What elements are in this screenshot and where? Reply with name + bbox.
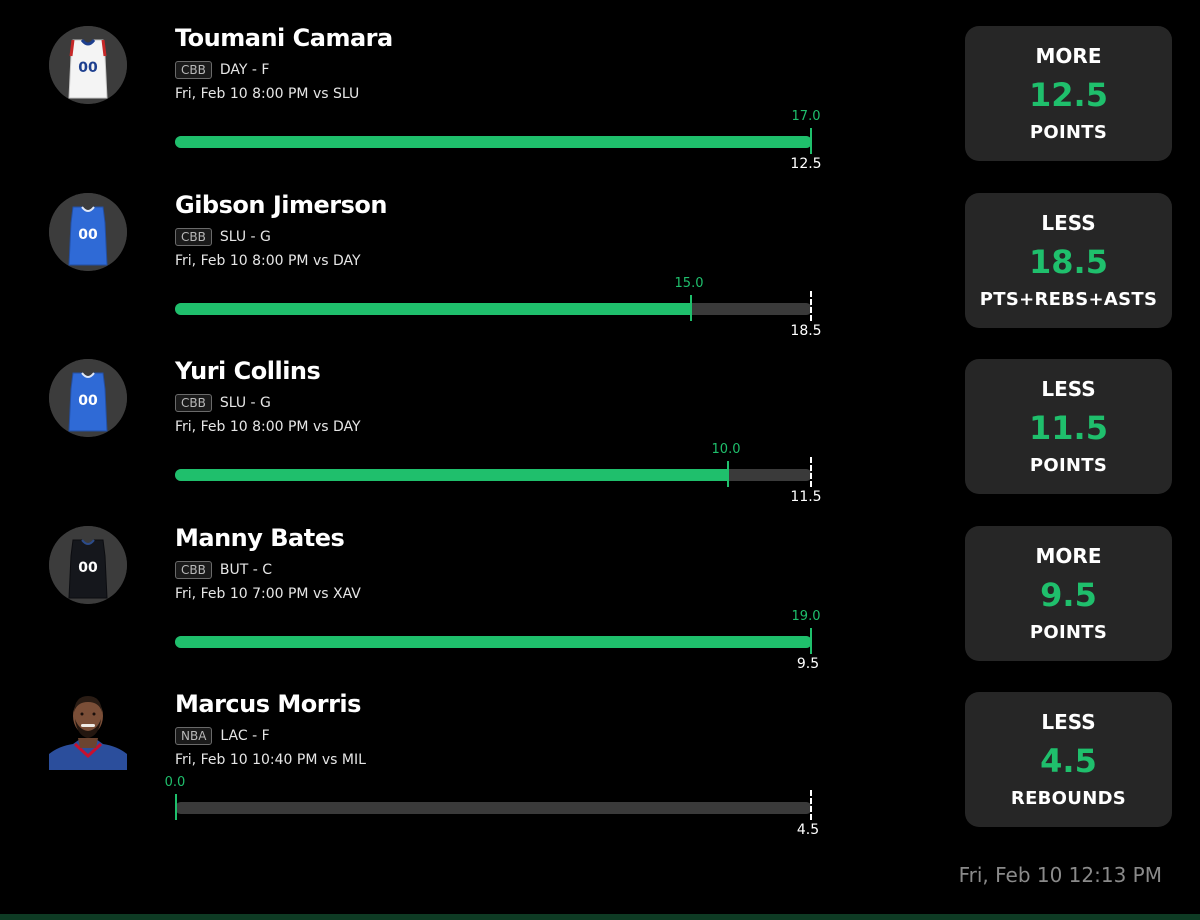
- line-marker: [810, 457, 812, 487]
- team-position: BUT - C: [219, 562, 272, 578]
- pick-row[interactable]: 00 Toumani Camara CBB DAY - F Fri, Feb 1…: [0, 24, 1200, 186]
- player-name: Yuri Collins: [175, 357, 321, 385]
- game-time: Fri, Feb 10 8:00 PM vs SLU: [175, 86, 360, 102]
- league-badge: CBB: [175, 61, 212, 79]
- actual-value: 17.0: [791, 109, 821, 124]
- pick-direction: MORE: [1035, 44, 1102, 68]
- pick-direction: MORE: [1035, 544, 1102, 568]
- jersey-white-icon: 00: [49, 26, 127, 104]
- progress-track: 15.0 18.5: [175, 276, 822, 339]
- game-time: Fri, Feb 10 8:00 PM vs DAY: [175, 419, 361, 435]
- game-time: Fri, Feb 10 10:40 PM vs MIL: [175, 752, 366, 768]
- line-value: 4.5: [796, 822, 820, 838]
- player-meta: CBB SLU - G: [175, 227, 271, 247]
- pick-line-value: 12.5: [1029, 76, 1108, 114]
- actual-value: 10.0: [711, 442, 741, 457]
- pick-direction: LESS: [1041, 377, 1096, 401]
- svg-text:00: 00: [78, 560, 98, 576]
- line-value: 11.5: [790, 489, 822, 505]
- league-badge: CBB: [175, 561, 212, 579]
- pick-stat-type: POINTS: [1029, 622, 1108, 643]
- pick-line-value: 11.5: [1029, 409, 1108, 447]
- player-meta: CBB BUT - C: [175, 560, 272, 580]
- progress-track: 19.0 9.5: [175, 609, 820, 672]
- actual-marker: [727, 461, 729, 487]
- actual-marker: [810, 628, 812, 654]
- team-position: SLU - G: [219, 395, 271, 411]
- player-meta: CBB SLU - G: [175, 393, 271, 413]
- game-time: Fri, Feb 10 7:00 PM vs XAV: [175, 586, 361, 602]
- pick-card[interactable]: LESS 11.5 POINTS: [965, 359, 1172, 494]
- league-badge: CBB: [175, 228, 212, 246]
- player-photo: [49, 692, 127, 770]
- progress-fill: [175, 469, 728, 481]
- player-meta: NBA LAC - F: [175, 726, 270, 746]
- progress-track: 17.0 12.5: [175, 109, 822, 172]
- pick-row[interactable]: 00 Yuri Collins CBB SLU - G Fri, Feb 10 …: [0, 357, 1200, 519]
- player-meta: CBB DAY - F: [175, 60, 269, 80]
- line-marker: [810, 291, 812, 321]
- pick-line-value: 4.5: [1040, 742, 1097, 780]
- pick-direction: LESS: [1041, 710, 1096, 734]
- game-time: Fri, Feb 10 8:00 PM vs DAY: [175, 253, 361, 269]
- player-name: Manny Bates: [175, 524, 345, 552]
- pick-stat-type: REBOUNDS: [1010, 788, 1127, 809]
- progress-fill: [175, 636, 812, 648]
- line-value: 9.5: [796, 656, 820, 672]
- pick-row[interactable]: Marcus Morris NBA LAC - F Fri, Feb 10 10…: [0, 690, 1200, 852]
- jersey-blue-icon: 00: [49, 193, 127, 271]
- line-value: 18.5: [790, 323, 822, 339]
- pick-line-value: 9.5: [1040, 576, 1097, 614]
- jersey-blue-icon: 00: [49, 359, 127, 437]
- league-badge: CBB: [175, 394, 212, 412]
- actual-marker: [690, 295, 692, 321]
- pick-card[interactable]: MORE 12.5 POINTS: [965, 26, 1172, 161]
- svg-text:00: 00: [78, 393, 98, 409]
- progress-fill: [175, 136, 812, 148]
- player-name: Marcus Morris: [175, 690, 361, 718]
- actual-marker: [175, 794, 177, 820]
- jersey-black-icon: 00: [49, 526, 127, 604]
- actual-value: 0.0: [164, 775, 186, 790]
- actual-value: 15.0: [674, 276, 704, 291]
- line-marker: [810, 790, 812, 820]
- pick-stat-type: POINTS: [1029, 455, 1108, 476]
- progress-track: 10.0 11.5: [175, 442, 822, 505]
- team-position: DAY - F: [219, 62, 270, 78]
- pick-direction: LESS: [1041, 211, 1096, 235]
- actual-marker: [810, 128, 812, 154]
- progress-fill: [175, 303, 691, 315]
- team-position: LAC - F: [220, 728, 270, 744]
- bottom-divider: [0, 914, 1200, 920]
- player-name: Toumani Camara: [175, 24, 393, 52]
- svg-text:00: 00: [78, 227, 98, 243]
- pick-row[interactable]: 00 Gibson Jimerson CBB SLU - G Fri, Feb …: [0, 191, 1200, 353]
- pick-stat-type: PTS+REBS+ASTS: [979, 289, 1158, 310]
- team-position: SLU - G: [219, 229, 271, 245]
- pick-line-value: 18.5: [1029, 243, 1108, 281]
- actual-value: 19.0: [791, 609, 821, 624]
- svg-text:00: 00: [78, 60, 98, 76]
- pick-card[interactable]: LESS 18.5 PTS+REBS+ASTS: [965, 193, 1172, 328]
- progress-track: 0.0 4.5: [165, 775, 819, 838]
- pick-row[interactable]: 00 Manny Bates CBB BUT - C Fri, Feb 10 7…: [0, 524, 1200, 686]
- pick-stat-type: POINTS: [1029, 122, 1108, 143]
- pick-card[interactable]: LESS 4.5 REBOUNDS: [965, 692, 1172, 827]
- line-value: 12.5: [790, 156, 822, 172]
- league-badge: NBA: [175, 727, 213, 745]
- pick-card[interactable]: MORE 9.5 POINTS: [965, 526, 1172, 661]
- entry-timestamp: Fri, Feb 10 12:13 PM: [958, 863, 1162, 887]
- player-name: Gibson Jimerson: [175, 191, 387, 219]
